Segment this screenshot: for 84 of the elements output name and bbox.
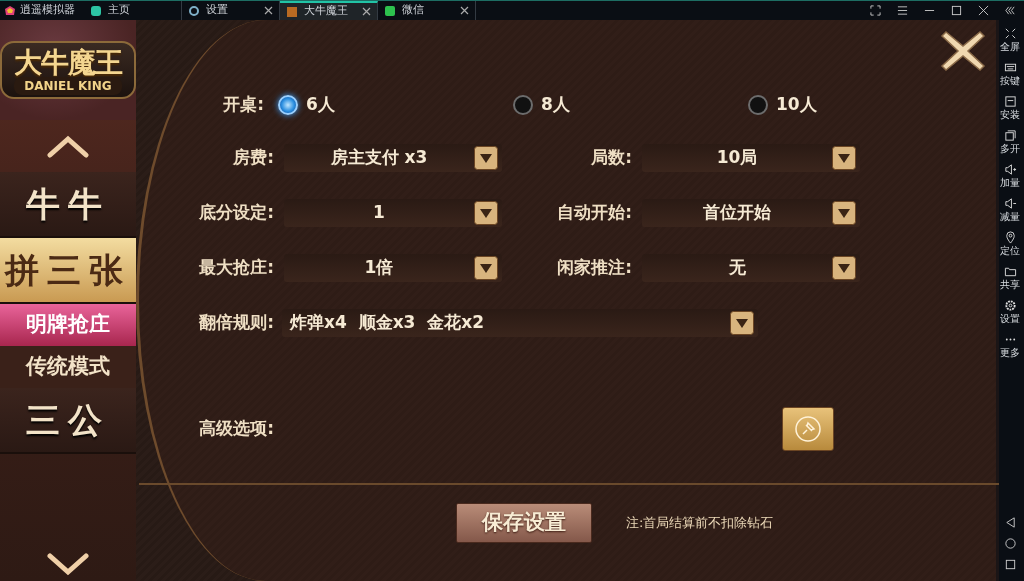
field-value: 1 bbox=[372, 201, 386, 225]
field-label: 翻倍规则: bbox=[198, 311, 274, 335]
close-icon[interactable] bbox=[940, 28, 986, 74]
recent-apps-icon[interactable] bbox=[1003, 558, 1017, 571]
location-pin-icon[interactable] bbox=[1003, 230, 1017, 244]
collapse-icon[interactable] bbox=[1005, 5, 1016, 16]
volume-down-icon[interactable] bbox=[1003, 196, 1017, 210]
dropdown-button[interactable] bbox=[832, 201, 856, 225]
tab-label: 设置 bbox=[206, 2, 228, 19]
dropdown-button[interactable] bbox=[832, 146, 856, 170]
settings-icon[interactable] bbox=[1003, 298, 1017, 312]
toolbar-label[interactable]: 定位 bbox=[1000, 244, 1020, 256]
logo-subtitle: DANIEL KING bbox=[14, 77, 122, 95]
field-value: 无 bbox=[727, 256, 747, 280]
tab-label: 大牛魔王 bbox=[304, 3, 348, 20]
option-label: 6人 bbox=[306, 93, 335, 117]
menu-item[interactable]: 拼三张 bbox=[0, 238, 136, 304]
close-icon[interactable] bbox=[978, 5, 989, 16]
app-name: 逍遥模拟器 bbox=[20, 2, 75, 19]
tab-icon bbox=[90, 4, 102, 17]
field-label: 闲家推注: bbox=[556, 256, 632, 280]
dropdown-field[interactable]: 10局 bbox=[642, 144, 860, 172]
tab[interactable]: 大牛魔王 bbox=[280, 1, 378, 20]
dropdown-field[interactable]: 1 bbox=[284, 199, 502, 227]
toolbar-label[interactable]: 按键 bbox=[1000, 74, 1020, 86]
close-icon[interactable] bbox=[264, 6, 273, 15]
pin-icon bbox=[794, 415, 822, 443]
toolbar-label[interactable]: 加量 bbox=[1000, 176, 1020, 188]
field-label: 高级选项: bbox=[198, 417, 274, 441]
stacked-windows-icon[interactable] bbox=[1003, 128, 1017, 142]
toolbar-label[interactable]: 安装 bbox=[1000, 108, 1020, 120]
note-text: 注:首局结算前不扣除钻石 bbox=[626, 514, 774, 533]
toolbar-label[interactable]: 更多 bbox=[1000, 346, 1020, 358]
field-value: 10局 bbox=[715, 146, 759, 170]
field-label: 房费: bbox=[232, 146, 274, 170]
menu-item[interactable]: 牛牛 bbox=[0, 172, 136, 238]
toolbar-label[interactable]: 共享 bbox=[1000, 278, 1020, 290]
close-icon[interactable] bbox=[362, 7, 371, 16]
menu-item[interactable]: 三公 bbox=[0, 388, 136, 454]
back-icon[interactable] bbox=[1003, 516, 1017, 529]
radio-button[interactable] bbox=[748, 95, 768, 115]
toolbar-label[interactable]: 设置 bbox=[1000, 312, 1020, 324]
screenshot-icon[interactable] bbox=[870, 5, 881, 16]
tab-icon bbox=[384, 4, 396, 17]
dropdown-field[interactable]: 首位开始 bbox=[642, 199, 860, 227]
dropdown-button[interactable] bbox=[832, 256, 856, 280]
radio-button[interactable] bbox=[278, 95, 298, 115]
field-label: 局数: bbox=[590, 146, 632, 170]
dropdown-field[interactable]: 炸弹x4 顺金x3 金花x2 bbox=[282, 309, 758, 337]
dropdown-field[interactable]: 无 bbox=[642, 254, 860, 282]
field-value: 1倍 bbox=[363, 256, 395, 280]
toolbar-label[interactable]: 减量 bbox=[1000, 210, 1020, 222]
dropdown-field[interactable]: 房主支付 x3 bbox=[284, 144, 502, 172]
volume-up-icon[interactable] bbox=[1003, 162, 1017, 176]
dropdown-button[interactable] bbox=[730, 311, 754, 335]
tab-icon bbox=[188, 4, 200, 17]
home-icon[interactable] bbox=[1003, 537, 1017, 550]
field-label: 最大抢庄: bbox=[198, 256, 274, 280]
field-value: 房主支付 x3 bbox=[329, 146, 429, 170]
field-value: 首位开始 bbox=[702, 201, 772, 225]
dropdown-button[interactable] bbox=[474, 201, 498, 225]
logo-title: 大牛魔王 bbox=[14, 49, 122, 77]
dropdown-field[interactable]: 1倍 bbox=[284, 254, 502, 282]
option-label: 10人 bbox=[776, 93, 817, 117]
field-label: 自动开始: bbox=[556, 201, 632, 225]
dropdown-button[interactable] bbox=[474, 256, 498, 280]
pin-button[interactable] bbox=[782, 407, 834, 451]
menu-icon[interactable] bbox=[897, 5, 908, 16]
toolbar-label[interactable]: 全屏 bbox=[1000, 40, 1020, 52]
radio-button[interactable] bbox=[513, 95, 533, 115]
tab-label: 微信 bbox=[402, 2, 424, 19]
option-label: 8人 bbox=[541, 93, 570, 117]
dropdown-button[interactable] bbox=[474, 146, 498, 170]
tab-icon bbox=[286, 5, 298, 18]
app-logo-icon bbox=[4, 4, 16, 17]
field-label: 底分设定: bbox=[198, 201, 274, 225]
submenu-item[interactable]: 明牌抢庄 bbox=[0, 304, 136, 346]
field-value: 炸弹x4 顺金x3 金花x2 bbox=[288, 311, 486, 335]
maximize-icon[interactable] bbox=[951, 5, 962, 16]
toolbar-label[interactable]: 多开 bbox=[1000, 142, 1020, 154]
fullscreen-icon[interactable] bbox=[1003, 26, 1017, 40]
close-icon[interactable] bbox=[460, 6, 469, 15]
tab-label: 主页 bbox=[108, 2, 130, 19]
field-label: 开桌: bbox=[222, 93, 264, 117]
